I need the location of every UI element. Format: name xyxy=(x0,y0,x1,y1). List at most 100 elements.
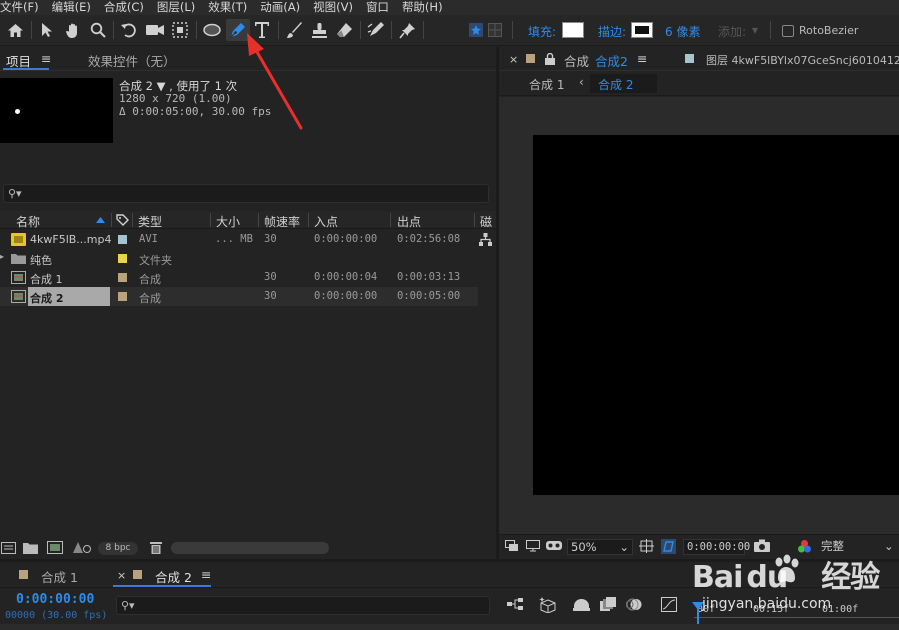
hand-tool-icon[interactable] xyxy=(62,19,84,41)
tool-option-star-icon[interactable] xyxy=(466,19,486,41)
col-extra[interactable]: 磁 xyxy=(480,213,492,230)
col-out-point[interactable]: 出点 xyxy=(397,213,421,230)
add-dropdown-icon: ▾ xyxy=(752,23,759,37)
pan-behind-tool-icon[interactable] xyxy=(170,19,190,41)
col-in-point[interactable]: 入点 xyxy=(314,213,338,230)
tab-project-underline xyxy=(3,68,49,70)
folder-icon xyxy=(11,254,26,264)
tab-timeline-comp-2[interactable]: 合成 2 xyxy=(155,567,192,586)
close-tab-icon[interactable]: × xyxy=(509,53,518,66)
row-label-color[interactable] xyxy=(118,292,127,301)
fill-label: 填充: xyxy=(528,25,557,39)
layer-tab-label[interactable]: 图层 4kwF5lBYlx07GceSncj601041201 xyxy=(706,52,899,68)
project-horizontal-scrollbar[interactable] xyxy=(171,542,329,554)
table-row[interactable]: 合成 1 合成 30 0:00:00:04 0:00:03:13 xyxy=(0,268,478,287)
eraser-tool-icon[interactable] xyxy=(333,19,355,41)
sort-ascending-icon xyxy=(96,217,105,223)
rotobezier-checkbox[interactable] xyxy=(782,25,794,37)
home-icon[interactable] xyxy=(4,19,26,41)
expand-arrow-icon[interactable]: ▸ xyxy=(0,252,4,261)
rotate-tool-icon[interactable] xyxy=(119,19,139,41)
safe-zones-icon[interactable] xyxy=(639,539,655,554)
menu-edit[interactable]: 编辑(E) xyxy=(52,0,98,15)
motion-blur-icon[interactable] xyxy=(626,597,642,612)
monitor-icon[interactable] xyxy=(526,540,540,552)
row-out: 0:00:05:00 xyxy=(397,290,461,302)
project-search-input[interactable]: ⚲▾ xyxy=(3,184,489,203)
nav-comp-2[interactable]: 合成 2 xyxy=(598,76,633,93)
new-folder-icon[interactable] xyxy=(23,542,38,554)
menu-help[interactable]: 帮助(H) xyxy=(402,0,450,15)
composition-canvas[interactable] xyxy=(533,135,899,495)
fill-color-swatch[interactable] xyxy=(562,22,584,38)
graph-editor-icon[interactable] xyxy=(661,597,677,612)
project-column-header: 名称 类型 大小 帧速率 入点 出点 磁 xyxy=(0,211,496,229)
thumbnail-dot xyxy=(15,109,20,114)
row-fps: 30 xyxy=(264,290,277,302)
menu-layer[interactable]: 图层(L) xyxy=(157,0,202,15)
nav-chevron-icon: ‹ xyxy=(579,75,584,89)
puppet-pin-tool-icon[interactable] xyxy=(396,19,418,41)
table-row[interactable]: ▸ 纯色 文件夹 xyxy=(0,249,478,268)
brush-tool-icon[interactable] xyxy=(283,19,305,41)
col-size[interactable]: 大小 xyxy=(216,213,240,230)
timeline-search-input[interactable]: ⚲▾ xyxy=(116,596,490,615)
comp-tab-active-name[interactable]: 合成2 xyxy=(595,51,628,70)
table-row-selected[interactable]: 合成 2 合成 30 0:00:00:00 0:00:05:00 xyxy=(0,287,478,306)
chevron-down-icon: ⌄ xyxy=(884,539,894,553)
nav-comp-1[interactable]: 合成 1 xyxy=(529,76,564,93)
selection-tool-icon[interactable] xyxy=(37,19,57,41)
close-tab-icon[interactable]: × xyxy=(117,569,126,582)
shy-layers-icon[interactable] xyxy=(573,597,590,611)
menu-window[interactable]: 窗口 xyxy=(366,0,396,15)
col-type[interactable]: 类型 xyxy=(138,213,162,230)
table-row[interactable]: 4kwF5lB...mp4 AVI ... MB 30 0:00:00:00 0… xyxy=(0,230,492,249)
timeline-current-time[interactable]: 0:00:00:00 xyxy=(16,592,94,607)
project-settings-icon[interactable] xyxy=(72,541,92,554)
zoom-level-dropdown[interactable]: 50% ⌄ xyxy=(567,539,633,555)
tab-timeline-comp-1[interactable]: 合成 1 xyxy=(41,567,78,586)
trash-icon[interactable] xyxy=(150,541,162,554)
menu-effect[interactable]: 效果(T) xyxy=(208,0,254,15)
clone-stamp-tool-icon[interactable] xyxy=(308,19,330,41)
comp-flowchart-icon[interactable] xyxy=(507,597,523,611)
frame-blending-icon[interactable] xyxy=(600,597,616,612)
row-name: 合成 1 xyxy=(30,273,63,286)
mask-visibility-icon[interactable] xyxy=(661,539,676,554)
lock-icon[interactable] xyxy=(545,53,555,65)
col-name[interactable]: 名称 xyxy=(16,213,40,230)
new-composition-icon[interactable] xyxy=(47,541,63,554)
menu-composition[interactable]: 合成(C) xyxy=(104,0,151,15)
stroke-width-value[interactable]: 6 像素 xyxy=(665,23,700,40)
roto-brush-tool-icon[interactable] xyxy=(365,19,387,41)
always-preview-icon[interactable] xyxy=(505,540,519,552)
tab-project-menu-icon[interactable]: ≡ xyxy=(41,51,51,66)
camera-tool-icon[interactable] xyxy=(144,19,166,41)
menu-file[interactable]: 文件(F) xyxy=(0,0,46,15)
bit-depth-button[interactable]: 8 bpc xyxy=(98,542,138,555)
menu-animation[interactable]: 动画(A) xyxy=(260,0,307,15)
project-bottom-bar: 8 bpc xyxy=(0,538,496,558)
composition-viewer[interactable] xyxy=(499,97,899,534)
col-framerate[interactable]: 帧速率 xyxy=(264,213,300,230)
row-label-color[interactable] xyxy=(118,235,127,244)
draft-3d-icon[interactable] xyxy=(539,597,557,613)
row-label-color[interactable] xyxy=(118,254,127,263)
text-tool-icon[interactable] xyxy=(251,19,273,41)
interpret-footage-icon[interactable] xyxy=(1,542,16,554)
row-label-color[interactable] xyxy=(118,273,127,282)
stroke-color-swatch[interactable] xyxy=(631,22,653,38)
row-fps: 30 xyxy=(264,233,277,245)
pen-tool-icon[interactable] xyxy=(226,19,250,41)
tab-timeline-underline xyxy=(113,585,211,587)
tool-option-grid-icon[interactable] xyxy=(486,19,504,41)
ellipse-tool-icon[interactable] xyxy=(201,19,223,41)
vr-goggles-icon[interactable] xyxy=(545,539,563,552)
comp-tab-menu-icon[interactable]: ≡ xyxy=(637,51,647,66)
timeline-menu-icon[interactable]: ≡ xyxy=(201,567,211,582)
tab-effect-controls[interactable]: 效果控件（无） xyxy=(88,51,176,70)
zoom-tool-icon[interactable] xyxy=(88,19,108,41)
snapshot-camera-icon[interactable] xyxy=(753,539,771,553)
menu-view[interactable]: 视图(V) xyxy=(313,0,360,15)
video-file-icon xyxy=(11,233,26,246)
